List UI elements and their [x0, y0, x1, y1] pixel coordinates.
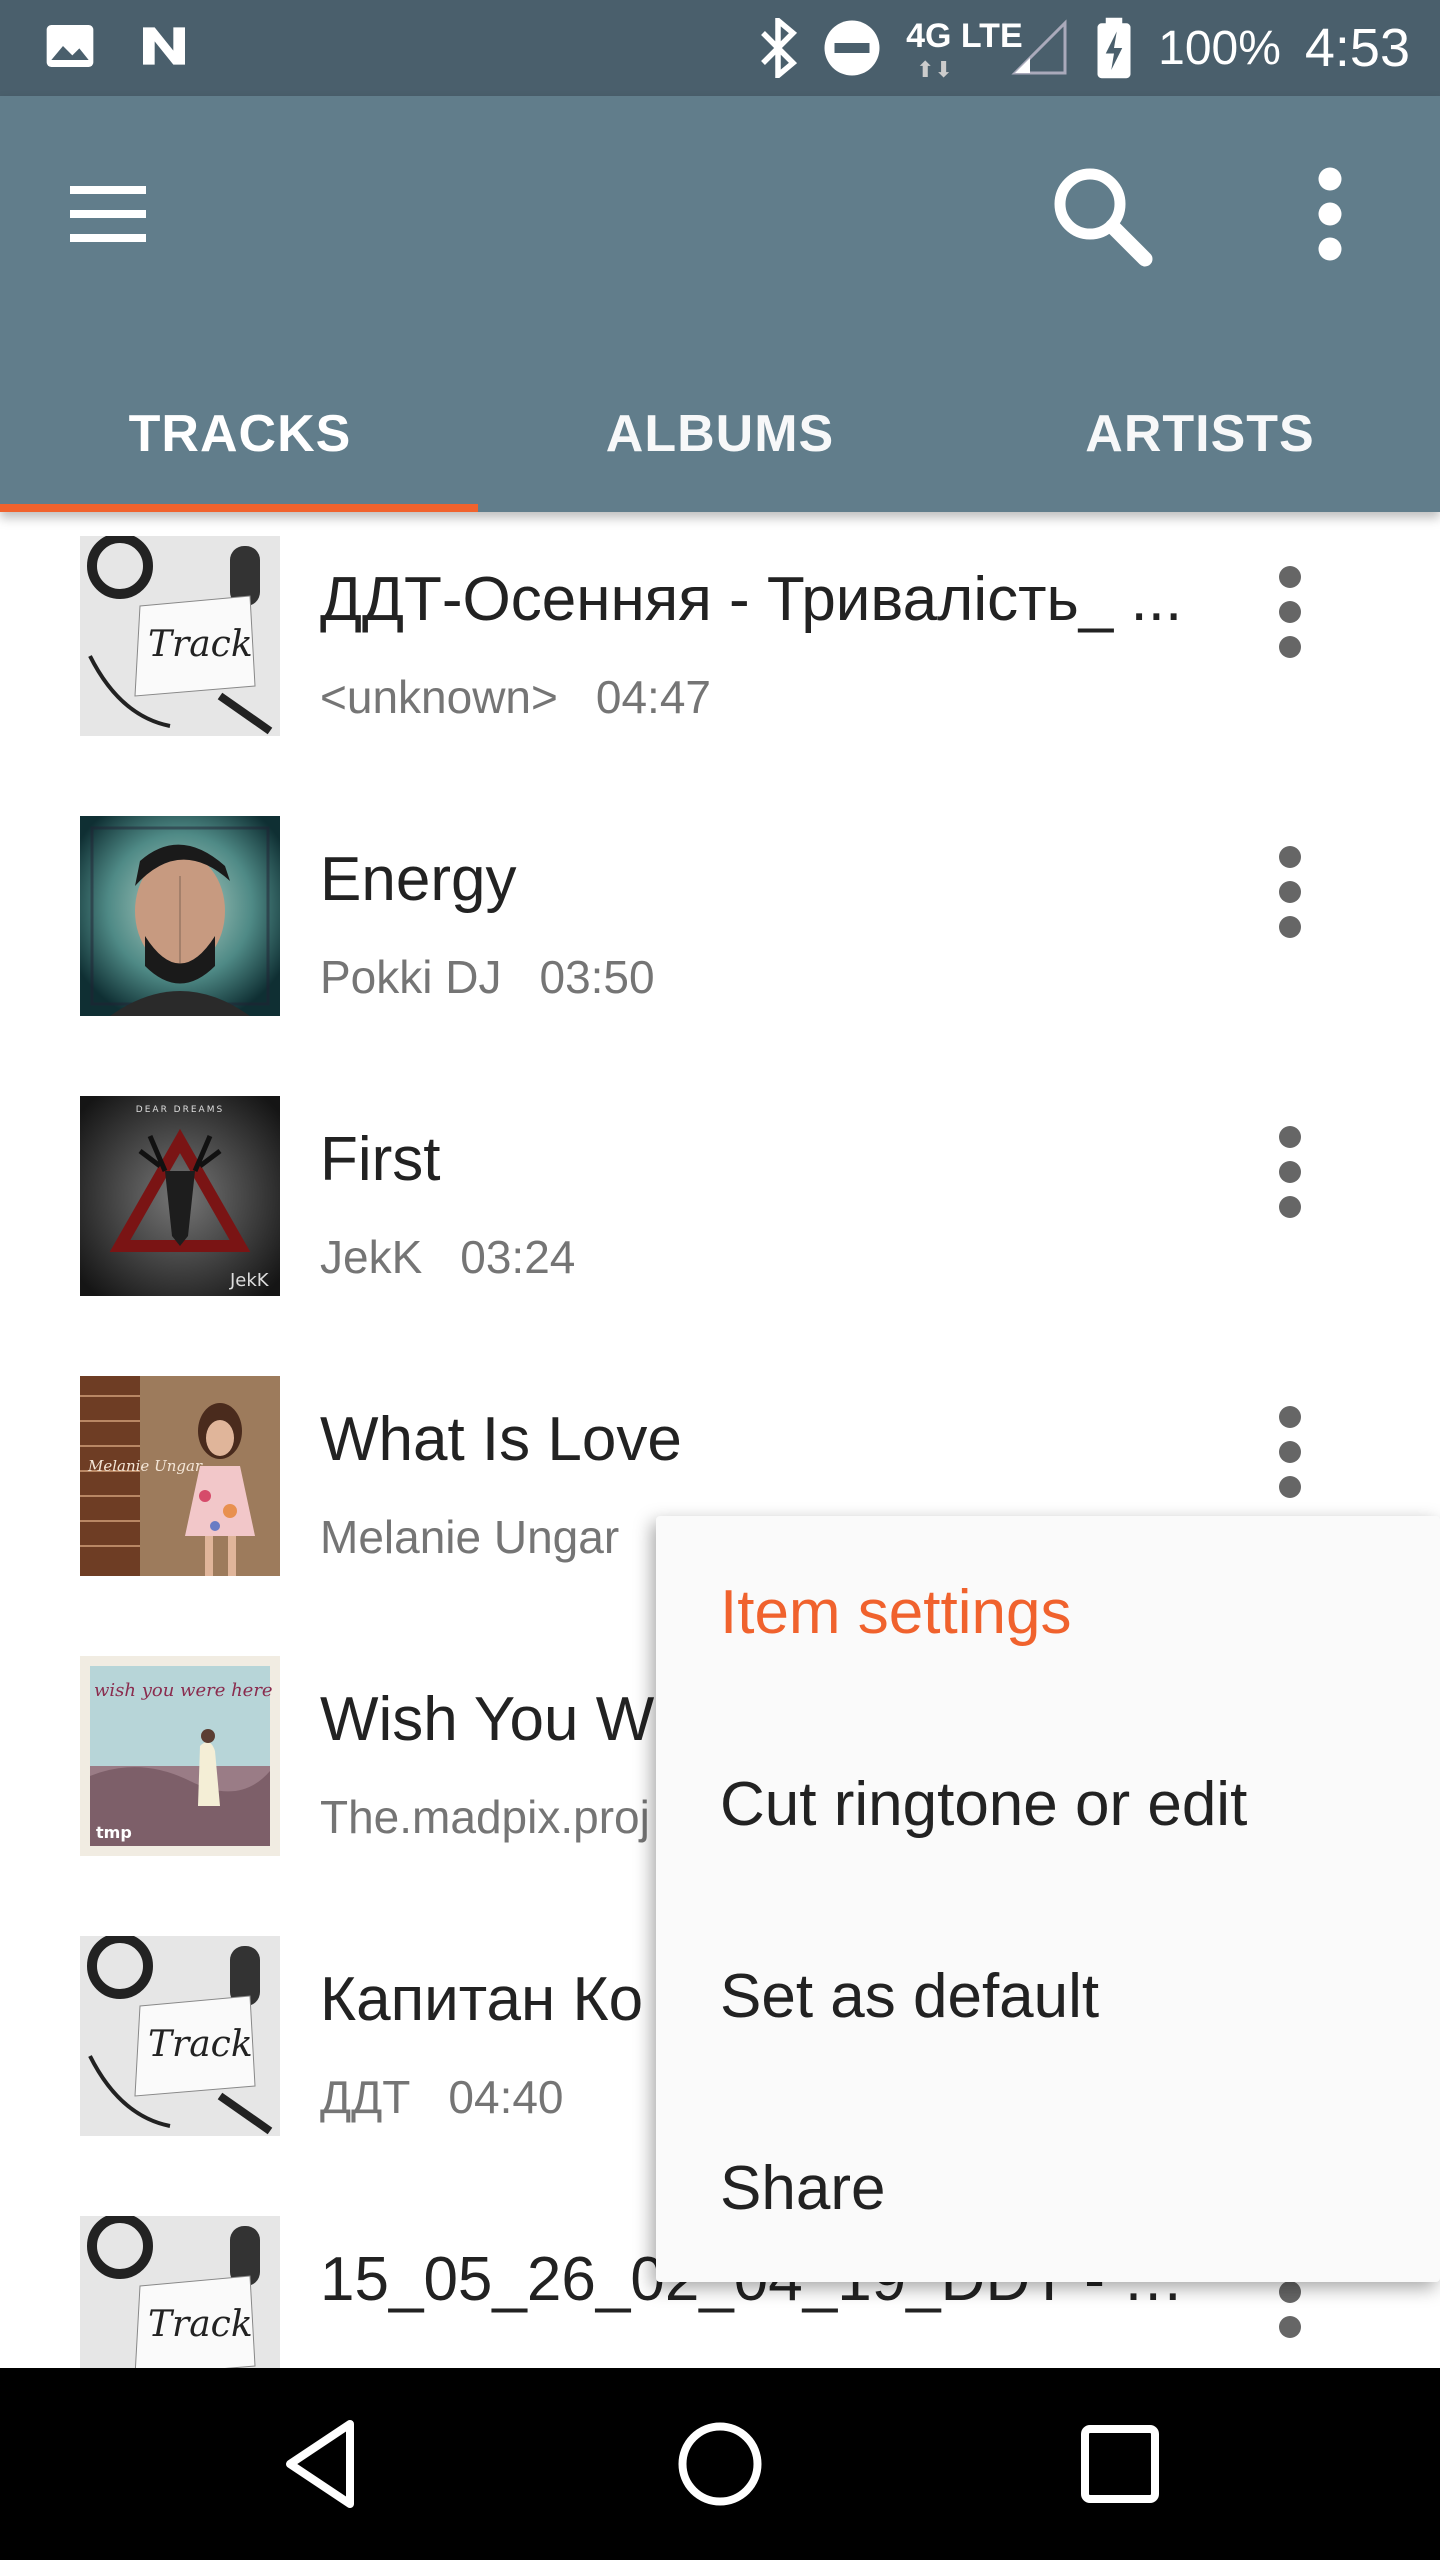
gallery-notification-icon — [46, 25, 94, 67]
menu-item-item-settings[interactable]: Item settings — [720, 1516, 1420, 1708]
track-row[interactable]: Track ДДТ-Осенняя - Тривалість_ ... <unk… — [0, 512, 1440, 792]
album-art: wish you were here tmp — [80, 1656, 280, 1856]
track-artist: Melanie Ungar — [320, 1511, 620, 1563]
album-art-label: DEAR DREAMS — [136, 1105, 224, 1115]
tab-bar: TRACKS ALBUMS ARTISTS — [0, 356, 1440, 512]
tab-indicator — [0, 504, 478, 512]
track-duration: 03:50 — [539, 951, 655, 1003]
track-duration: 04:47 — [595, 671, 711, 723]
album-art-label: tmp — [96, 1823, 132, 1842]
track-subtitle: Pokki DJ 03:50 — [320, 950, 655, 1004]
track-duration: 04:40 — [448, 2071, 564, 2123]
tab-albums[interactable]: ALBUMS — [480, 356, 960, 512]
track-artist: <unknown> — [320, 671, 558, 723]
back-icon[interactable] — [260, 2404, 380, 2524]
track-artist: The.madpix.proj — [320, 1791, 650, 1843]
network-type-label: 4G LTE — [906, 17, 1023, 55]
menu-item-set-as-default[interactable]: Set as default — [720, 1900, 1420, 2092]
track-artist: JekK — [320, 1231, 423, 1283]
app-bar: TRACKS ALBUMS ARTISTS — [0, 96, 1440, 512]
album-art: DEAR DREAMS JekK — [80, 1096, 280, 1296]
track-row[interactable]: DEAR DREAMS JekK First JekK 03:24 — [0, 1072, 1440, 1352]
album-art-label: Melanie Ungar — [87, 1457, 203, 1475]
track-subtitle: JekK 03:24 — [320, 1230, 575, 1284]
track-title: ДДТ-Осенняя - Тривалість_ ... — [320, 565, 1183, 634]
tab-artists[interactable]: ARTISTS — [960, 356, 1440, 512]
menu-item-share[interactable]: Share — [720, 2092, 1420, 2284]
track-more-icon[interactable] — [1250, 552, 1330, 672]
album-art-label: JekK — [229, 1270, 270, 1291]
track-artist: ДДТ — [320, 2071, 411, 2123]
battery-percent: 100% — [1158, 21, 1281, 75]
track-more-icon[interactable] — [1250, 832, 1330, 952]
album-art-label: Track — [148, 2304, 253, 2345]
track-title: First — [320, 1125, 441, 1194]
recents-icon[interactable] — [1060, 2404, 1180, 2524]
album-art: Track — [80, 536, 280, 736]
album-art — [80, 816, 280, 1016]
track-context-menu: Item settings Cut ringtone or edit Set a… — [656, 1516, 1440, 2282]
more-vert-icon[interactable] — [1290, 154, 1370, 274]
clock: 4:53 — [1304, 18, 1410, 78]
track-row[interactable]: Energy Pokki DJ 03:50 — [0, 792, 1440, 1072]
album-art-label: Track — [148, 624, 253, 665]
home-icon[interactable] — [660, 2404, 780, 2524]
tab-tracks[interactable]: TRACKS — [0, 356, 480, 512]
battery-charging-icon — [1097, 17, 1131, 79]
system-nav-bar — [0, 2368, 1440, 2560]
hamburger-menu-icon[interactable] — [62, 166, 158, 262]
do-not-disturb-icon — [824, 20, 880, 76]
data-arrows-icon: ⬆⬇ — [916, 57, 953, 82]
album-art-label: wish you were here — [94, 1680, 273, 1701]
track-more-icon[interactable] — [1250, 1392, 1330, 1512]
album-art: Track — [80, 1936, 280, 2136]
track-subtitle — [320, 2350, 358, 2368]
track-subtitle: The.madpix.proj — [320, 1790, 688, 1844]
network-type-indicator: 4G LTE ⬆⬇ — [906, 13, 1023, 83]
track-duration: 03:24 — [460, 1231, 576, 1283]
album-art: Melanie Ungar — [80, 1376, 280, 1576]
track-more-icon[interactable] — [1250, 1112, 1330, 1232]
track-subtitle: ДДТ 04:40 — [320, 2070, 564, 2124]
menu-item-cut-ringtone[interactable]: Cut ringtone or edit — [720, 1708, 1420, 1900]
track-title: What Is Love — [320, 1405, 682, 1474]
search-icon[interactable] — [1040, 154, 1160, 274]
track-subtitle: Melanie Ungar — [320, 1510, 657, 1564]
track-subtitle: <unknown> 04:47 — [320, 670, 711, 724]
bluetooth-icon — [761, 18, 798, 78]
album-art-label: Track — [148, 2024, 253, 2065]
status-bar: 4G LTE ⬆⬇ 100% 4:53 — [0, 0, 1440, 96]
nova-notification-icon — [143, 27, 185, 65]
track-title: Energy — [320, 845, 517, 914]
album-art: Track — [80, 2216, 280, 2368]
track-artist: Pokki DJ — [320, 951, 502, 1003]
